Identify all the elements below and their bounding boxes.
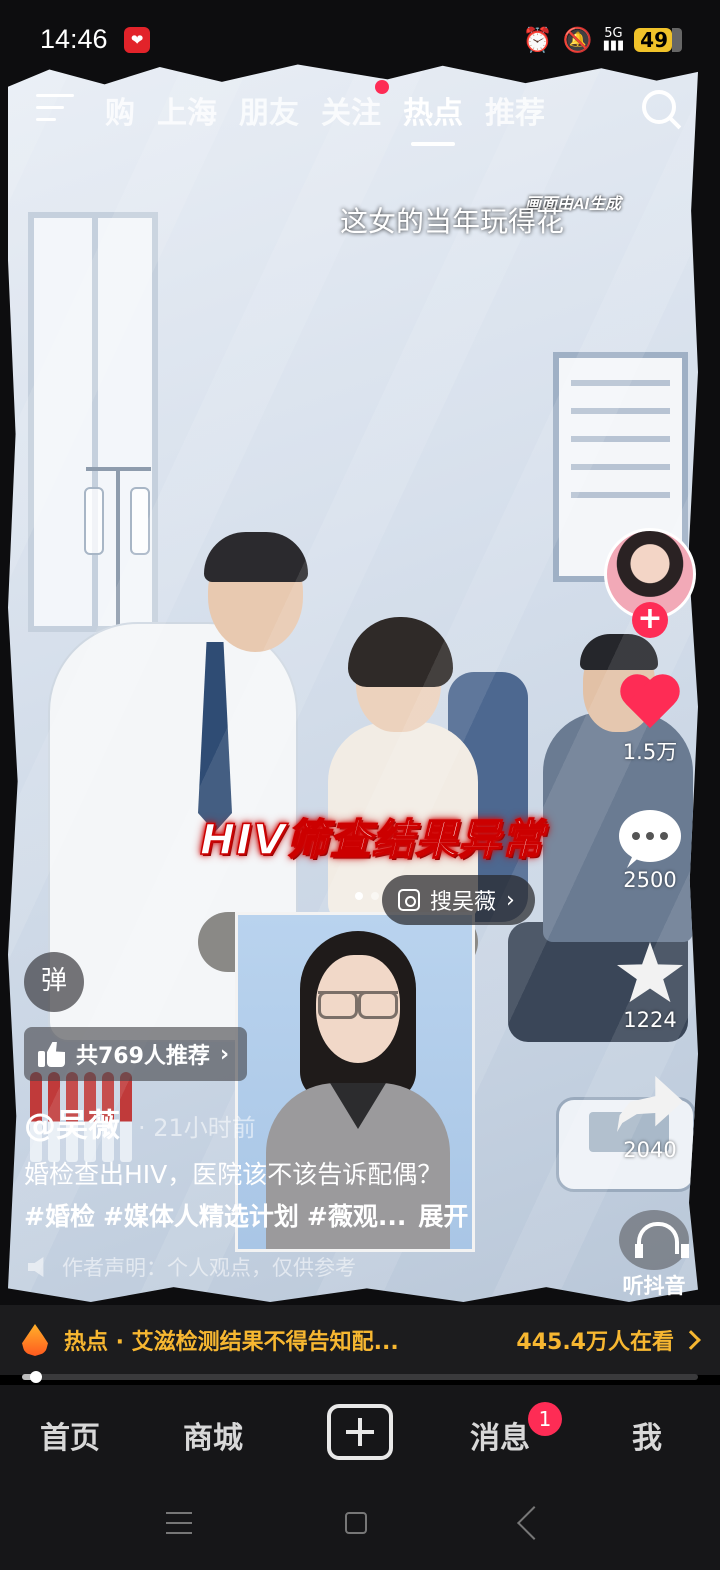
danmaku-toggle[interactable]: 弹 [24,952,84,1012]
video-progress-bar[interactable] [22,1371,698,1383]
network-icon: 5G ▮▮▮ [602,26,625,53]
tab-friends[interactable]: 朋友 [239,88,299,142]
nav-messages[interactable]: 消息 [470,1413,530,1457]
feed-tabs: 购 上海 朋友 关注 热点 推荐 [105,80,545,146]
video-caption: 这女的当年玩得花 [340,205,565,238]
hashtag[interactable]: #媒体人精选计划 [103,1197,299,1233]
listen-label: 听抖音 [622,1274,686,1298]
search-icon[interactable] [640,88,682,130]
comment-button[interactable]: 2500 [600,810,700,892]
scene-window [28,212,158,632]
progress-knob[interactable] [29,1371,42,1383]
author-name[interactable]: @吴薇 [24,1100,120,1146]
alarm-icon: ⏰ [522,26,553,54]
chevron-right-icon [681,1330,701,1350]
star-icon [617,942,683,1003]
share-button[interactable]: 2040 [600,1076,700,1162]
menu-icon[interactable] [36,94,74,124]
recent-apps-icon[interactable] [166,1512,192,1534]
favorite-count: 1224 [623,1008,677,1032]
hashtag[interactable]: #薇观... [307,1197,406,1233]
share-icon [617,1076,683,1132]
comment-icon [619,810,681,862]
tab-recommended[interactable]: 推荐 [485,88,545,142]
trending-viewers: 445.4万人在看 [516,1330,674,1355]
battery-icon: 49 [634,28,682,52]
favorite-button[interactable]: 1224 [600,942,700,1032]
scene-iv-stand [116,467,120,797]
hashtag[interactable]: #婚检 [24,1197,95,1233]
messages-badge: 1 [528,1402,562,1436]
expand-button[interactable]: 展开 [418,1197,468,1233]
declaration-text: 作者声明：个人观点，仅供参考 [62,1256,356,1280]
mute-icon: 🔕 [562,26,593,54]
speaker-icon [28,1257,44,1277]
like-button[interactable]: 1.5万 [600,676,700,766]
video-description: 婚检查出HIV，医院该不该告诉配偶？ [24,1160,443,1189]
search-chip-label: 搜吴薇 [430,890,497,915]
chevron-right-icon: › [219,1041,230,1067]
tab-shop[interactable]: 购 [105,88,135,142]
author-declaration: 作者声明：个人观点，仅供参考 [28,1252,356,1282]
tab-following[interactable]: 关注 [321,80,389,142]
top-nav: 购 上海 朋友 关注 热点 推荐 [0,80,720,146]
status-time: 14:46 [40,24,108,54]
recommend-label: 共769人推荐 [76,1044,210,1069]
hashtags: #婚检 #媒体人精选计划 #薇观... 展开 [24,1197,468,1233]
app-notification-icon: ❤ [124,27,150,53]
comment-count: 2500 [623,868,677,892]
follow-button[interactable]: + [632,602,668,638]
status-bar: 14:46 ❤ ⏰ 🔕 5G ▮▮▮ 49 [0,0,720,80]
share-count: 2040 [623,1138,677,1162]
new-content-dot [375,80,389,94]
tab-shanghai[interactable]: 上海 [157,88,217,142]
search-author-chip[interactable]: 搜吴薇 › [382,875,535,925]
trending-bar[interactable]: 热点 · 艾滋检测结果不得告知配... 445.4万人在看 [0,1305,720,1375]
video-banner: HIV筛查结果异常 [199,814,545,865]
headphone-icon [619,1210,689,1270]
listen-button[interactable]: 听抖音 [612,1210,696,1300]
thumbs-up-icon [38,1040,66,1068]
pager-dots [355,892,379,900]
flame-icon [22,1324,48,1356]
create-button[interactable] [327,1404,393,1460]
nav-me[interactable]: 我 [632,1413,662,1457]
scan-icon [398,889,420,911]
tab-trending[interactable]: 热点 [403,88,463,146]
trending-title: 热点 · 艾滋检测结果不得告知配... [64,1330,399,1355]
home-icon[interactable] [345,1512,367,1534]
chevron-right-icon: › [506,887,515,913]
system-nav-bar [0,1480,720,1570]
post-time: · 21小时前 [138,1114,256,1142]
recommend-chip[interactable]: 共769人推荐 › [24,1027,248,1081]
nav-mall[interactable]: 商城 [183,1413,243,1457]
nav-home[interactable]: 首页 [40,1413,100,1457]
back-icon[interactable] [517,1506,551,1540]
like-count: 1.5万 [622,740,678,764]
heart-icon [619,676,681,732]
bottom-nav: 首页 商城 消息 1 我 [0,1385,720,1480]
